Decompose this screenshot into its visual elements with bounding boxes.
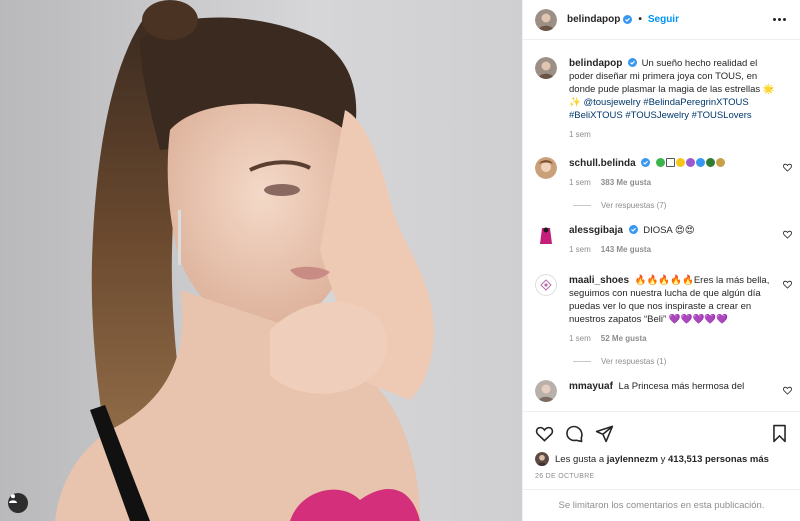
post-image: [0, 0, 522, 521]
author-username[interactable]: belindapop: [567, 14, 620, 25]
comment-text: DIOSA 😍😍: [643, 225, 695, 236]
comment-icon[interactable]: [565, 424, 584, 443]
verified-icon: [628, 225, 638, 234]
post-date: 26 DE OCTUBRE: [535, 473, 595, 480]
likes-joiner: y: [660, 453, 666, 465]
separator-dot: •: [638, 14, 642, 25]
comment-likes[interactable]: 52 Me gusta: [601, 332, 647, 345]
post-actions: Les gusta a jaylennezm y 413,513 persona…: [523, 411, 800, 480]
comments-limited-notice: Se limitaron los comentarios en esta pub…: [523, 489, 800, 521]
verified-icon: [641, 158, 651, 167]
comment-time: 1 sem: [569, 178, 591, 187]
verified-icon: [627, 58, 637, 67]
caption: belindapop Un sueño hecho realidad el po…: [535, 57, 788, 141]
view-replies-button[interactable]: Ver respuestas (7): [573, 201, 788, 210]
likes-summary: Les gusta a jaylennezm y 413,513 persona…: [535, 452, 788, 466]
post-photo[interactable]: [0, 0, 522, 521]
liker-username[interactable]: jaylennezm: [607, 454, 658, 465]
comment-item: maali_shoes 🔥🔥🔥🔥🔥Eres la más bella, segu…: [535, 274, 792, 345]
comment-text: La Princesa más hermosa del: [618, 381, 745, 392]
comments-list[interactable]: belindapop Un sueño hecho realidad el po…: [523, 41, 800, 410]
bookmark-icon[interactable]: [771, 424, 788, 443]
likes-prefix: Les gusta a: [555, 453, 605, 465]
instagram-post-view: belindapop • Seguir belindapop Un sueño …: [0, 0, 800, 521]
comment-item: schull.belinda 1 sem 383 Me gusta: [535, 157, 792, 189]
comment-avatar[interactable]: [535, 274, 557, 296]
comment-time: 1 sem: [569, 334, 591, 343]
caption-username[interactable]: belindapop: [569, 58, 622, 69]
comment-username[interactable]: alessgibaja: [569, 225, 623, 236]
comment-username[interactable]: schull.belinda: [569, 158, 636, 169]
caption-avatar[interactable]: [535, 57, 557, 79]
view-replies-label: Ver respuestas (1): [601, 357, 667, 366]
comment-avatar[interactable]: [535, 224, 557, 246]
comment-likes[interactable]: 143 Me gusta: [601, 243, 651, 256]
verified-icon: [623, 15, 633, 24]
heart-icon[interactable]: [783, 386, 792, 395]
like-heart-icon[interactable]: [535, 424, 554, 443]
comment-time: 1 sem: [569, 245, 591, 254]
comment-username[interactable]: maali_shoes: [569, 275, 629, 286]
share-icon[interactable]: [595, 424, 614, 443]
caption-time: 1 sem: [569, 130, 591, 139]
liker-avatar[interactable]: [535, 452, 549, 466]
comment-username[interactable]: mmayuaf: [569, 381, 613, 392]
more-options-icon[interactable]: [773, 18, 786, 21]
comment-avatar[interactable]: [535, 380, 557, 402]
comment-emoji-hearts: [655, 158, 726, 169]
comment-item: mmayuaf La Princesa más hermosa del: [535, 380, 792, 402]
post-side-panel: belindapop • Seguir belindapop Un sueño …: [522, 0, 800, 521]
heart-icon[interactable]: [783, 163, 792, 172]
view-replies-button[interactable]: Ver respuestas (1): [573, 357, 788, 366]
heart-icon[interactable]: [783, 230, 792, 239]
user-tag-icon: [9, 494, 17, 503]
follow-button[interactable]: Seguir: [648, 14, 679, 25]
caption-hashtags[interactable]: @tousjewelry #BelindaPeregrinXTOUS #Beli…: [569, 97, 752, 121]
view-replies-label: Ver respuestas (7): [601, 201, 667, 210]
author-avatar[interactable]: [535, 8, 557, 31]
likes-count[interactable]: 413,513 personas más: [668, 454, 769, 465]
heart-icon[interactable]: [783, 280, 792, 289]
comment-likes[interactable]: 383 Me gusta: [601, 176, 651, 189]
user-tag-button[interactable]: [8, 493, 28, 513]
post-header: belindapop • Seguir: [523, 0, 800, 40]
comment-item: alessgibaja DIOSA 😍😍 1 sem 143 Me gusta: [535, 224, 792, 256]
comment-avatar[interactable]: [535, 157, 557, 179]
